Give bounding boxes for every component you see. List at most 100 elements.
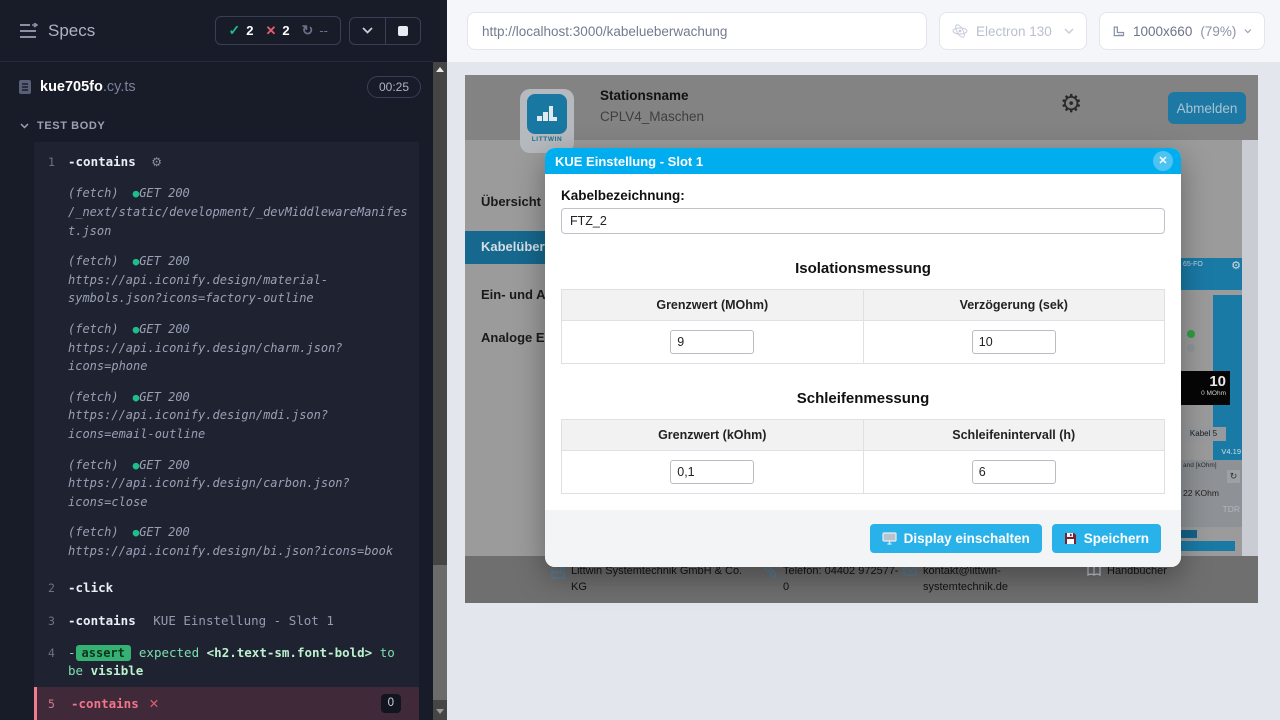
command-name: -contains xyxy=(71,695,139,713)
footer-email: kontakt@littwin-systemtechnik.de xyxy=(903,564,1053,596)
company-logo: LITTWIN xyxy=(520,89,574,153)
stat-passed: ✓ 2 xyxy=(228,22,253,39)
assert-selector: <h2.text-sm.font-bold> xyxy=(207,645,373,660)
littwin-logo-icon xyxy=(534,102,560,126)
kue-settings-modal: KUE Einstellung - Slot 1 ✕ Kabelbezeichn… xyxy=(545,148,1181,567)
viewport-size-control[interactable]: 1000x660 (79%) xyxy=(1099,12,1265,50)
zoom-level: (79%) xyxy=(1200,24,1236,39)
cable-label: Kabel 5 xyxy=(1181,427,1226,441)
refresh-icon: ↻ xyxy=(302,22,314,39)
chevron-down-icon xyxy=(362,27,373,34)
reporter-scrollbar[interactable] xyxy=(433,62,447,720)
command-row[interactable]: 2 -click xyxy=(34,572,419,604)
document-icon xyxy=(18,79,32,95)
screen: Specs ✓ 2 ✕ 2 ↻ -- xyxy=(0,0,1280,720)
collapse-button[interactable] xyxy=(350,18,385,44)
test-viewport: Stationsname CPLV4_Maschen ⚙ Abmelden xyxy=(447,62,1280,720)
footer-phone: Telefon: 04402 972577-0 xyxy=(764,564,899,596)
spec-duration-badge: 00:25 xyxy=(367,76,421,98)
app-scrollbar[interactable] xyxy=(1242,140,1258,556)
loop-limit-input[interactable] xyxy=(670,460,754,484)
fetch-log: (fetch)●GET 200 https://api.iconify.desi… xyxy=(68,388,409,444)
gear-icon: ⚙ xyxy=(151,155,162,169)
run-controls xyxy=(349,17,421,45)
chevron-down-icon xyxy=(20,123,29,129)
spec-name: kue705fo.cy.ts xyxy=(40,79,136,95)
browser-chrome: Electron 130 1000x660 (79%) xyxy=(447,0,1280,62)
scrollbar-thumb[interactable] xyxy=(433,565,447,700)
nav-item-analog[interactable]: Analoge Ei xyxy=(481,330,548,345)
command-name: -click xyxy=(68,580,113,595)
slot-card-fragment: 65-FO ⚙ 10 0 MOhm Kabel 5 V4.19 and [kOh… xyxy=(1181,255,1242,547)
nav-item-ein-aus[interactable]: Ein- und Au xyxy=(481,287,553,302)
cable-name-input[interactable] xyxy=(561,208,1165,234)
assert-row[interactable]: 4 -assertexpected <h2.text-sm.font-bold>… xyxy=(34,637,419,688)
close-icon[interactable]: ✕ xyxy=(1153,151,1173,171)
cable-name-label: Kabelbezeichnung: xyxy=(561,188,1165,203)
display-on-button[interactable]: Display einschalten xyxy=(870,524,1042,553)
test-body-header[interactable]: TEST BODY xyxy=(0,112,433,140)
command-row[interactable]: 1 -contains ⚙ xyxy=(34,146,419,178)
save-button[interactable]: Speichern xyxy=(1052,524,1161,553)
assert-badge: assert xyxy=(76,645,131,661)
cypress-reporter-panel: Specs ✓ 2 ✕ 2 ↻ -- xyxy=(0,0,447,720)
stat-pending: ↻ -- xyxy=(302,22,328,39)
stats-box: ✓ 2 ✕ 2 ↻ -- xyxy=(215,16,341,45)
tdr-button[interactable]: TDR xyxy=(1223,504,1240,514)
fetch-log: (fetch)●GET 200 https://api.iconify.desi… xyxy=(68,252,409,308)
fetch-log: (fetch)●GET 200 /_next/static/developmen… xyxy=(68,184,409,240)
isolation-table: Grenzwert (MOhm) Verzögerung (sek) xyxy=(561,289,1165,364)
column-header: Grenzwert (MOhm) xyxy=(562,290,864,321)
spec-file-row[interactable]: kue705fo.cy.ts 00:25 xyxy=(0,62,433,112)
fetch-url: https://api.iconify.design/carbon.json?i… xyxy=(68,474,409,511)
browser-pane: Electron 130 1000x660 (79%) Stationsna xyxy=(447,0,1280,720)
isolation-delay-input[interactable] xyxy=(972,330,1056,354)
status-led-gray xyxy=(1187,344,1195,352)
fetch-log: (fetch)●GET 200 https://api.iconify.desi… xyxy=(68,320,409,376)
modal-footer: Display einschalten Speichern xyxy=(545,510,1181,567)
fetch-url: https://api.iconify.design/charm.json?ic… xyxy=(68,339,409,376)
scroll-up-arrow-icon[interactable] xyxy=(436,67,444,72)
status-led-green xyxy=(1187,330,1195,338)
chevron-down-icon xyxy=(1064,28,1074,34)
refresh-icon[interactable]: ↻ xyxy=(1227,470,1240,483)
slot-gear-icon[interactable]: ⚙ xyxy=(1231,259,1241,272)
scroll-down-arrow-icon[interactable] xyxy=(436,709,444,714)
column-header: Schleifenintervall (h) xyxy=(863,420,1165,451)
station-label: Stationsname xyxy=(600,88,689,103)
loop-heading: Schleifenmessung xyxy=(561,390,1165,407)
command-name: -contains xyxy=(68,613,136,628)
station-value: CPLV4_Maschen xyxy=(600,109,704,124)
factory-icon xyxy=(551,565,565,579)
measurement-display: 10 0 MOhm xyxy=(1181,371,1230,405)
reporter-header: Specs ✓ 2 ✕ 2 ↻ -- xyxy=(0,0,433,62)
nav-item-kabelueberwachung[interactable]: Kabelüberw xyxy=(465,231,555,264)
settings-gear-icon[interactable]: ⚙ xyxy=(1060,89,1082,119)
retry-count-badge: 0 xyxy=(381,694,401,713)
specs-menu-icon[interactable] xyxy=(18,23,38,39)
specs-title: Specs xyxy=(48,21,95,41)
failed-command-row[interactable]: 5 -contains ✕ 0 xyxy=(34,687,419,720)
nav-item-uebersicht[interactable]: Übersicht xyxy=(481,194,541,209)
loop-table: Grenzwert (kOhm) Schleifenintervall (h) xyxy=(561,419,1165,494)
fail-x-icon: ✕ xyxy=(149,695,159,713)
modal-title: KUE Einstellung - Slot 1 xyxy=(555,154,703,169)
firmware-version: V4.19 xyxy=(1221,447,1241,456)
fetch-url: /_next/static/development/_devMiddleware… xyxy=(68,203,409,240)
loop-interval-input[interactable] xyxy=(972,460,1056,484)
stop-button[interactable] xyxy=(385,18,420,44)
app-header: Stationsname CPLV4_Maschen ⚙ Abmelden xyxy=(465,75,1258,140)
logout-button[interactable]: Abmelden xyxy=(1168,92,1246,124)
stop-icon xyxy=(398,26,408,36)
command-row[interactable]: 3 -contains KUE Einstellung - Slot 1 xyxy=(34,605,419,637)
url-input[interactable] xyxy=(467,12,927,50)
command-name: -contains xyxy=(68,154,136,169)
browser-select[interactable]: Electron 130 xyxy=(939,12,1087,50)
fetch-log: (fetch)●GET 200 https://api.iconify.desi… xyxy=(68,523,409,560)
electron-icon xyxy=(952,23,968,39)
isolation-limit-input[interactable] xyxy=(670,330,754,354)
fetch-url: https://api.iconify.design/material-symb… xyxy=(68,271,409,308)
chevron-down-icon xyxy=(1244,28,1252,34)
footer-company: Littwin Systemtechnik GmbH & Co.KG xyxy=(551,564,747,596)
column-header: Verzögerung (sek) xyxy=(863,290,1165,321)
